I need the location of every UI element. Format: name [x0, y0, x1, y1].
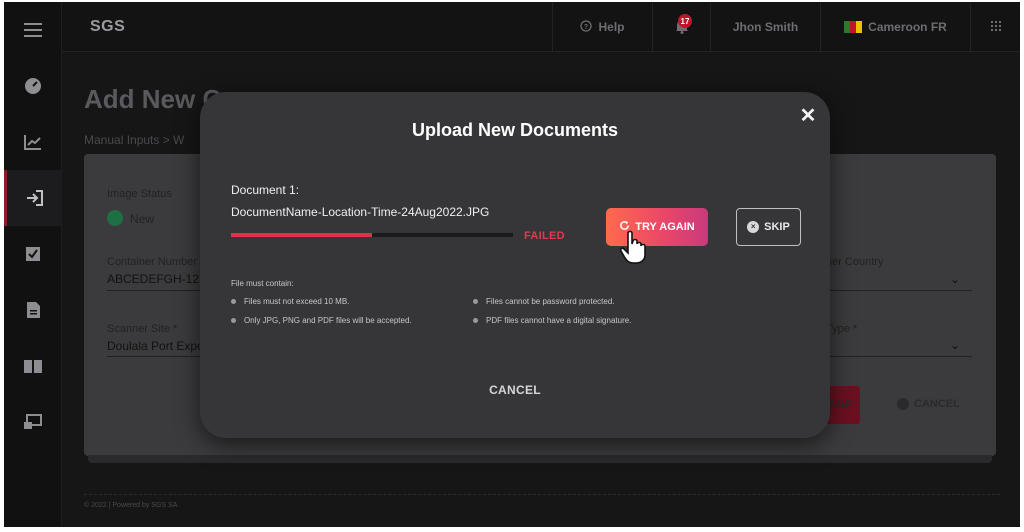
requirement-text: Files cannot be password protected.: [486, 297, 615, 306]
bullet-icon: [473, 318, 478, 323]
scanner-site-label: Scanner Site *: [107, 323, 178, 335]
type-field-label: Type *: [826, 323, 858, 335]
skip-label: SKIP: [764, 221, 790, 233]
dashboard-icon[interactable]: [4, 58, 62, 114]
document-label: Document 1:: [231, 183, 300, 197]
footer-text: © 2022 | Powered by SGS SA: [84, 502, 178, 509]
help-label: Help: [598, 20, 625, 34]
chart-icon[interactable]: [4, 114, 62, 170]
card-shadow: [88, 455, 992, 463]
cameroon-flag-icon: [844, 21, 863, 33]
requirements-heading: File must contain:: [231, 279, 294, 288]
form-cancel-button[interactable]: CANCEL: [897, 398, 960, 410]
container-number-label: Container Number *: [107, 256, 205, 268]
type-field-underline: [826, 356, 972, 357]
svg-text:?: ?: [584, 24, 588, 31]
upload-modal: Upload New Documents ✕ Document 1: Docum…: [200, 92, 830, 438]
requirement-text: Only JPG, PNG and PDF files will be acce…: [244, 316, 412, 325]
close-icon[interactable]: ✕: [798, 106, 818, 126]
apps-grid-button[interactable]: [970, 2, 1020, 52]
modal-title: Upload New Documents: [411, 120, 619, 140]
container-number-input[interactable]: ABCEDEFGH-123: [107, 272, 206, 286]
checklist-icon[interactable]: [4, 226, 62, 282]
skip-icon: ×: [747, 221, 760, 233]
notification-badge: 17: [678, 14, 692, 28]
requirement-item: Only JPG, PNG and PDF files will be acce…: [231, 316, 412, 325]
bullet-icon: [473, 299, 478, 304]
menu-icon[interactable]: [4, 2, 62, 58]
hand-cursor-icon: [619, 230, 649, 264]
notifications-button[interactable]: 17: [652, 2, 710, 52]
breadcrumb: Manual Inputs > W: [84, 133, 185, 147]
requirement-text: PDF files cannot have a digital signatur…: [486, 316, 632, 325]
country-field-underline: [826, 290, 972, 291]
app-window: SGS ? Help 17 Jhon Smith Cameroon FR Add…: [4, 2, 1020, 527]
form-cancel-label: CANCEL: [914, 398, 960, 410]
document-icon[interactable]: [4, 282, 62, 338]
scanner-site-underline: [107, 356, 202, 357]
login-icon[interactable]: [4, 170, 62, 226]
container-number-underline: [107, 290, 202, 291]
top-bar: SGS ? Help 17 Jhon Smith Cameroon FR: [62, 2, 1020, 52]
book-icon[interactable]: [4, 338, 62, 394]
requirement-item: Files cannot be password protected.: [473, 297, 615, 306]
country-selector[interactable]: Cameroon FR: [820, 2, 970, 52]
requirement-text: Files must not exceed 10 MB.: [244, 297, 350, 306]
image-status-value: New: [130, 212, 155, 226]
requirement-item: PDF files cannot have a digital signatur…: [473, 316, 631, 325]
chevron-down-icon[interactable]: ⌄: [950, 338, 960, 352]
upload-progress-fill: [231, 233, 372, 237]
grid-icon: [990, 20, 1001, 34]
requirement-item: Files must not exceed 10 MB.: [231, 297, 349, 306]
image-status-label: Image Status: [107, 188, 172, 200]
footer-divider: [84, 494, 1000, 495]
brand-logo: SGS: [90, 18, 126, 35]
help-icon: ?: [580, 19, 593, 35]
bullet-icon: [231, 299, 236, 304]
user-menu[interactable]: Jhon Smith: [710, 2, 820, 52]
upload-status: FAILED: [524, 230, 565, 242]
monitor-icon[interactable]: [4, 394, 62, 450]
status-new-icon: [107, 210, 123, 226]
country-field-label: ner Country: [826, 256, 884, 268]
modal-cancel-button[interactable]: CANCEL: [200, 383, 830, 397]
country-label: Cameroon FR: [868, 20, 947, 34]
side-rail: [4, 2, 62, 527]
bullet-icon: [231, 318, 236, 323]
help-button[interactable]: ? Help: [552, 2, 652, 52]
chevron-down-icon[interactable]: ⌄: [950, 272, 960, 286]
scanner-site-select[interactable]: Doulala Port Expo: [107, 339, 204, 353]
user-name: Jhon Smith: [732, 20, 799, 34]
upload-progress-bar: [231, 233, 513, 237]
document-name: DocumentName-Location-Time-24Aug2022.JPG: [231, 205, 490, 219]
skip-button[interactable]: × SKIP: [736, 208, 801, 246]
cancel-circle-icon: [897, 398, 909, 410]
